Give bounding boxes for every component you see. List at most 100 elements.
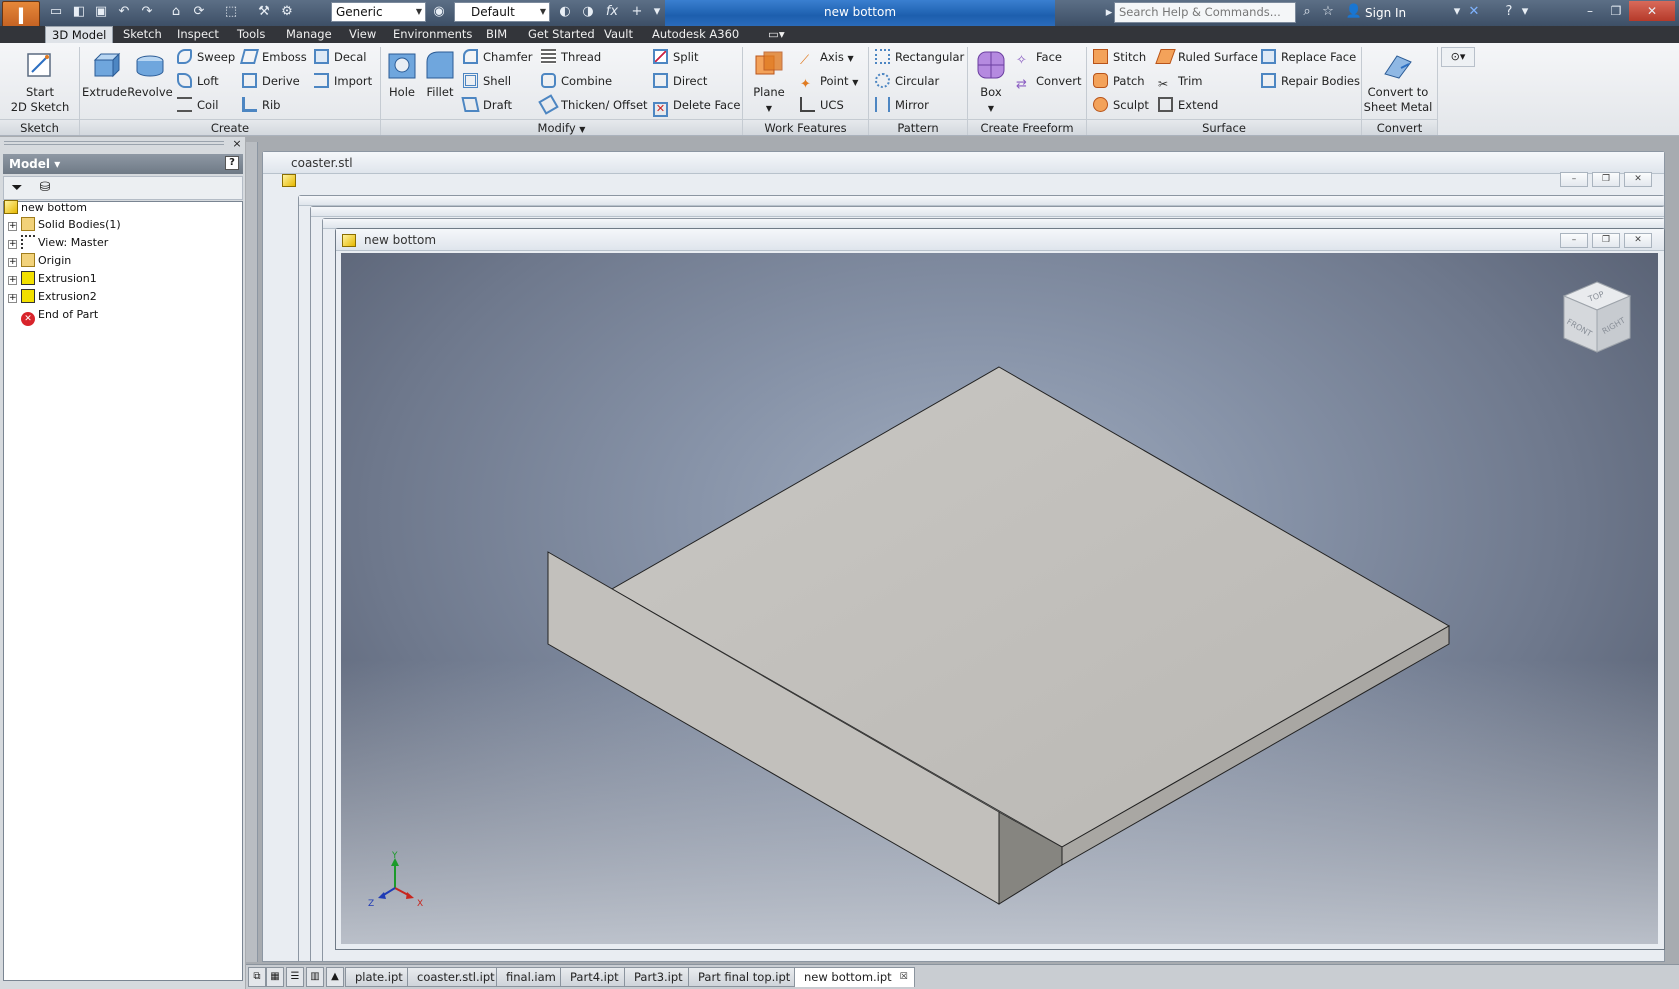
new-bottom-restore-button[interactable]: ❐: [1592, 233, 1620, 248]
import-button[interactable]: Import: [314, 71, 372, 91]
redo-icon[interactable]: ↷: [138, 3, 156, 21]
tab-bim[interactable]: BIM: [480, 26, 513, 43]
select-icon[interactable]: ⬚: [222, 3, 240, 21]
tree-item-end-of-part[interactable]: ✕ End of Part: [21, 306, 98, 326]
convert-to-sheet-metal-button[interactable]: Convert to Sheet Metal: [1362, 48, 1434, 115]
tab-environments[interactable]: Environments: [387, 26, 478, 43]
coil-button[interactable]: Coil: [177, 95, 218, 115]
rectangular-pattern-button[interactable]: Rectangular: [875, 47, 964, 67]
draft-button[interactable]: Draft: [461, 95, 512, 115]
doc-tab-part-final-top[interactable]: Part final top.ipt: [688, 967, 801, 987]
measure-icon[interactable]: ⚒: [255, 3, 273, 21]
tree-item-view-master[interactable]: + View: Master: [8, 234, 108, 252]
repair-bodies-button[interactable]: Repair Bodies: [1261, 71, 1360, 91]
face-button[interactable]: ✧ Face: [1016, 47, 1062, 68]
tab-inspect[interactable]: Inspect: [171, 26, 225, 43]
doc-tab-new-bottom[interactable]: new bottom.ipt ☒: [794, 967, 915, 987]
clear-appearance-icon[interactable]: ◑: [579, 3, 597, 21]
sweep-button[interactable]: Sweep: [177, 47, 235, 67]
tile-horizontal-icon[interactable]: ☰: [286, 967, 304, 987]
sculpt-button[interactable]: Sculpt: [1093, 95, 1149, 115]
tab-manage[interactable]: Manage: [280, 26, 338, 43]
delete-face-button[interactable]: ✕ Delete Face: [653, 95, 740, 117]
new-bottom-minimize-button[interactable]: –: [1560, 233, 1588, 248]
tab-overflow-icon[interactable]: ▭▾: [762, 26, 791, 43]
tab-vault[interactable]: Vault: [598, 26, 639, 43]
doc-tab-coaster[interactable]: coaster.stl.ipt: [407, 967, 505, 987]
doc-tab-part3[interactable]: Part3.ipt: [624, 967, 693, 987]
box-button[interactable]: Box ▼: [970, 48, 1012, 116]
emboss-button[interactable]: Emboss: [239, 47, 307, 67]
open-icon[interactable]: ◧: [70, 3, 88, 21]
trim-button[interactable]: ✂ Trim: [1158, 71, 1202, 91]
combine-button[interactable]: Combine: [541, 71, 612, 91]
browser-help-icon[interactable]: ?: [225, 156, 239, 170]
circular-pattern-button[interactable]: Circular: [875, 71, 939, 91]
tab-sketch[interactable]: Sketch: [117, 26, 168, 43]
browser-close-icon[interactable]: ×: [231, 138, 243, 150]
tab-autodesk-a360[interactable]: Autodesk A360: [646, 26, 745, 43]
extrude-button[interactable]: Extrude: [82, 48, 127, 100]
coaster-close-button[interactable]: ✕: [1624, 172, 1652, 187]
minimize-button[interactable]: –: [1577, 1, 1603, 21]
expand-icon[interactable]: +: [8, 240, 17, 249]
find-binoculars-icon[interactable]: ⛁: [36, 179, 54, 197]
viewcube[interactable]: TOP FRONT RIGHT: [1560, 278, 1634, 360]
tab-view[interactable]: View: [343, 26, 382, 43]
loft-button[interactable]: Loft: [177, 71, 219, 91]
add-icon[interactable]: +: [628, 3, 646, 21]
save-icon[interactable]: ▣: [92, 3, 110, 21]
replace-face-button[interactable]: Replace Face: [1261, 47, 1356, 67]
axis-button[interactable]: ⟋ Axis ▼: [800, 47, 854, 68]
tree-item-extrusion1[interactable]: + Extrusion1: [8, 270, 97, 288]
star-icon[interactable]: ☆: [1319, 3, 1337, 21]
shell-button[interactable]: Shell: [463, 71, 511, 91]
tile-vertical-icon[interactable]: ▥: [306, 967, 324, 987]
ucs-button[interactable]: UCS: [800, 95, 844, 115]
tree-item-extrusion2[interactable]: + Extrusion2: [8, 288, 97, 306]
extend-button[interactable]: Extend: [1158, 95, 1218, 115]
tree-item-origin[interactable]: + Origin: [8, 252, 71, 270]
chamfer-button[interactable]: Chamfer: [463, 47, 532, 67]
material-combo[interactable]: Generic ▼: [331, 2, 426, 22]
decal-button[interactable]: Decal: [314, 47, 367, 67]
direct-button[interactable]: Direct: [653, 71, 707, 91]
coaster-minimize-button[interactable]: –: [1560, 172, 1588, 187]
browser-grip[interactable]: [4, 141, 224, 145]
expand-icon[interactable]: +: [8, 222, 17, 231]
model-browser-header[interactable]: Model ▾: [3, 154, 243, 174]
plane-button[interactable]: Plane ▼: [748, 48, 790, 116]
rib-button[interactable]: Rib: [242, 95, 281, 115]
new-icon[interactable]: ▭: [47, 3, 65, 21]
fillet-button[interactable]: Fillet: [421, 48, 459, 100]
start-2d-sketch-button[interactable]: Start 2D Sketch: [6, 48, 74, 115]
doc-tab-final[interactable]: final.iam: [496, 967, 566, 987]
mirror-button[interactable]: Mirror: [875, 95, 929, 115]
sign-in-link[interactable]: Sign In: [1365, 0, 1406, 26]
adjust-appearance-icon[interactable]: ◐: [556, 3, 574, 21]
derive-button[interactable]: Derive: [242, 71, 300, 91]
split-button[interactable]: Split: [653, 47, 699, 67]
thread-button[interactable]: Thread: [541, 47, 601, 67]
tree-item-root[interactable]: new bottom: [4, 199, 87, 217]
thicken-offset-button[interactable]: Thicken/ Offset: [538, 94, 648, 115]
search-input[interactable]: Search Help & Commands...: [1114, 2, 1296, 23]
settings-icon[interactable]: ⚙: [278, 3, 296, 21]
stitch-button[interactable]: Stitch: [1093, 47, 1146, 67]
help-dropdown-icon[interactable]: ▾: [1516, 3, 1534, 21]
patch-button[interactable]: Patch: [1093, 71, 1145, 91]
ruled-surface-button[interactable]: Ruled Surface: [1155, 47, 1258, 67]
tree-item-solid-bodies[interactable]: + Solid Bodies(1): [8, 216, 121, 234]
convert-freeform-button[interactable]: ⇄ Convert: [1016, 71, 1081, 92]
doc-tab-part4[interactable]: Part4.ipt: [560, 967, 629, 987]
hole-button[interactable]: Hole: [383, 48, 421, 100]
tab-3d-model[interactable]: 3D Model: [45, 26, 114, 43]
undo-icon[interactable]: ↶: [115, 3, 133, 21]
coaster-restore-button[interactable]: ❐: [1592, 172, 1620, 187]
sign-in-dropdown-icon[interactable]: ▾: [1448, 3, 1466, 21]
tab-tools[interactable]: Tools: [231, 26, 271, 43]
ribbon-options-icon[interactable]: ⊙▾: [1441, 47, 1475, 67]
point-button[interactable]: ✦ Point ▼: [800, 71, 858, 92]
new-bottom-close-button[interactable]: ✕: [1624, 233, 1652, 248]
tab-list-up-icon[interactable]: ▲: [326, 967, 344, 987]
